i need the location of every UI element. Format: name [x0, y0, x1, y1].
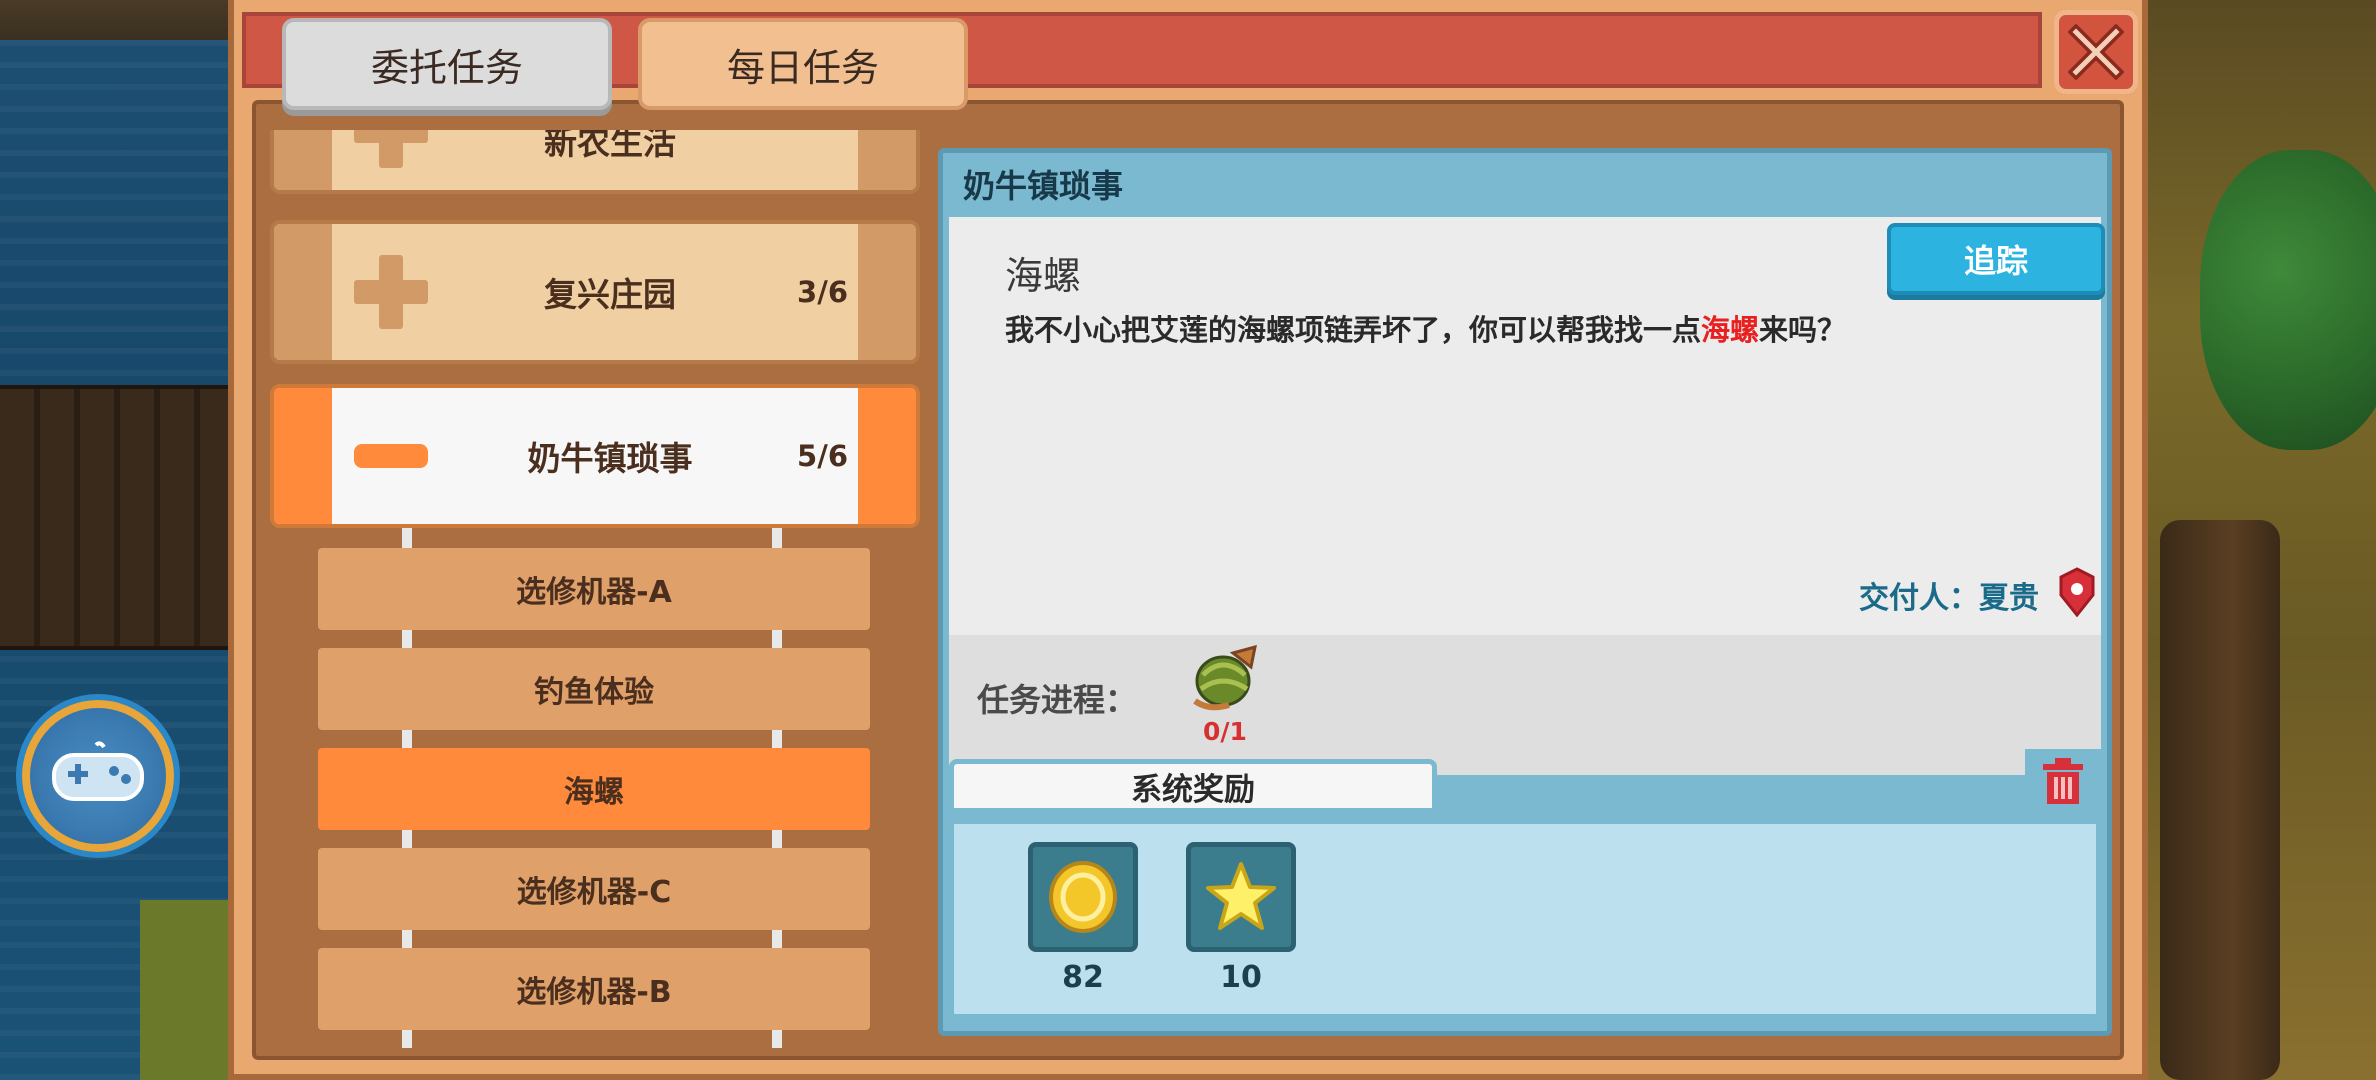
reward-count: 82: [1062, 960, 1104, 995]
gold-coin-icon: [1049, 861, 1117, 933]
star-icon: [1206, 862, 1276, 930]
progress-count: 0/1: [1203, 717, 1247, 746]
category-name: 复兴庄园: [544, 275, 676, 314]
background-dock: [0, 385, 240, 650]
task-description: 我不小心把艾莲的海螺项链弄坏了，你可以帮我找一点海螺来吗？: [1005, 313, 1847, 347]
quest-list[interactable]: 新农生活 复兴庄园 3/6 奶牛镇琐事 5/6 选修机器-A 钓鱼体验 海螺 选…: [262, 130, 922, 1050]
progress-area: 任务进程： 0/1: [949, 635, 2101, 775]
category-row[interactable]: 复兴庄园 3/6: [270, 220, 920, 364]
quest-item[interactable]: 选修机器-C: [318, 848, 870, 930]
reward-slot[interactable]: [1028, 842, 1138, 952]
reward-count: 10: [1220, 960, 1262, 995]
detail-title: 奶牛镇琐事: [963, 167, 1124, 205]
quest-item-selected[interactable]: 海螺: [318, 748, 870, 830]
tab-commission[interactable]: 委托任务: [282, 18, 612, 110]
background-grass: [140, 900, 240, 1080]
close-icon: [2068, 24, 2124, 80]
plus-icon: [354, 130, 428, 168]
plus-icon: [354, 255, 428, 329]
conch-shell-icon: [1193, 645, 1257, 711]
background-cliff: [2160, 520, 2280, 1080]
gamepad-icon: [52, 741, 144, 801]
category-name: 奶牛镇琐事: [527, 439, 693, 478]
quest-detail-panel: 奶牛镇琐事 海螺 我不小心把艾莲的海螺项链弄坏了，你可以帮我找一点海螺来吗？ 追…: [938, 148, 2112, 1036]
background-tree: [2200, 150, 2376, 450]
category-row-expanded[interactable]: 奶牛镇琐事 5/6: [270, 384, 920, 528]
task-highlight: 海螺: [1701, 313, 1760, 347]
quest-item[interactable]: 钓鱼体验: [318, 648, 870, 730]
quest-item[interactable]: 选修机器-A: [318, 548, 870, 630]
trash-icon: [2043, 758, 2083, 804]
reward-area: 82 10: [949, 819, 2101, 1019]
tab-system-reward[interactable]: 系统奖励: [949, 759, 1437, 813]
category-name: 新农生活: [544, 130, 676, 162]
reward-slot[interactable]: [1186, 842, 1296, 952]
detail-body: 海螺 我不小心把艾莲的海螺项链弄坏了，你可以帮我找一点海螺来吗？ 追踪 交付人：…: [949, 217, 2105, 635]
close-button[interactable]: [2054, 10, 2138, 94]
quest-giver: 交付人：夏贵: [1859, 581, 2039, 616]
gamepad-button[interactable]: [22, 700, 174, 852]
minus-icon: [354, 444, 428, 468]
category-count: 5/6: [797, 439, 848, 473]
background-shore: [0, 0, 240, 40]
task-name: 海螺: [1005, 254, 1082, 298]
quest-item[interactable]: 选修机器-B: [318, 948, 870, 1030]
category-row[interactable]: 新农生活: [270, 130, 920, 194]
track-button[interactable]: 追踪: [1887, 223, 2105, 295]
progress-label: 任务进程：: [977, 681, 1138, 719]
category-count: 3/6: [797, 275, 848, 309]
tab-daily[interactable]: 每日任务: [638, 18, 968, 110]
delete-button[interactable]: [2025, 749, 2101, 813]
location-pin-icon[interactable]: [2057, 567, 2097, 617]
